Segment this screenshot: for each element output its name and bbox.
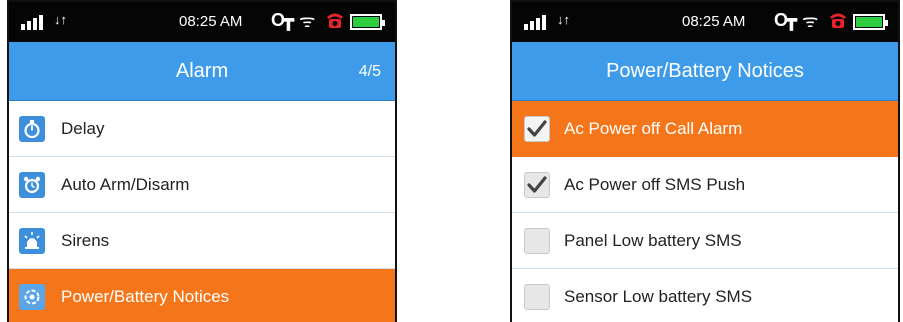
checkbox-unchecked[interactable] (524, 227, 550, 254)
checkbox-checked[interactable] (524, 171, 550, 198)
status-time: 08:25 AM (682, 13, 746, 30)
alarm-clock-icon (19, 171, 45, 198)
header: Power/Battery Notices (512, 42, 898, 101)
option-label: Sensor Low battery SMS (564, 286, 753, 306)
status-bar: ↓↑ 08:25 AM O┳ ᯤ (9, 2, 395, 42)
option-ac-power-off-sms-push[interactable]: Ac Power off SMS Push (512, 157, 898, 213)
alarm-screen: ↓↑ 08:25 AM O┳ ᯤ Alarm 4/5 Delay Auto Ar… (7, 0, 397, 322)
signal-icon (21, 15, 43, 30)
menu-item-power-battery-notices[interactable]: Power/Battery Notices (9, 269, 395, 322)
menu-list: Delay Auto Arm/Disarm Sirens Power/Batte… (9, 101, 395, 322)
status-time: 08:25 AM (179, 13, 243, 30)
option-label: Ac Power off Call Alarm (564, 118, 743, 138)
stopwatch-icon (19, 115, 45, 142)
page-title: Alarm (175, 60, 229, 82)
battery-icon (853, 14, 888, 30)
option-label: Ac Power off SMS Push (564, 174, 746, 194)
checkbox-unchecked[interactable] (524, 283, 550, 310)
key-icon: O┳ (774, 10, 797, 30)
notice-list: Ac Power off Call Alarm Ac Power off SMS… (512, 101, 898, 322)
key-icon: O┳ (271, 10, 294, 30)
menu-item-sirens[interactable]: Sirens (9, 213, 395, 269)
menu-item-auto-arm-disarm[interactable]: Auto Arm/Disarm (9, 157, 395, 213)
signal-icon (524, 15, 546, 30)
siren-icon (19, 227, 45, 254)
page-indicator: 4/5 (358, 63, 381, 80)
battery-icon (350, 14, 385, 30)
wifi-icon: ᯤ (802, 11, 819, 31)
data-transfer-icon: ↓↑ (54, 12, 67, 27)
alarm-status-icon (830, 13, 846, 28)
option-ac-power-off-call-alarm[interactable]: Ac Power off Call Alarm (512, 101, 898, 157)
power-battery-notices-screen: ↓↑ 08:25 AM O┳ ᯤ Power/Battery Notices A… (510, 0, 900, 322)
menu-item-label: Power/Battery Notices (61, 286, 230, 306)
menu-item-delay[interactable]: Delay (9, 101, 395, 157)
checkbox-checked[interactable] (524, 115, 550, 142)
wifi-icon: ᯤ (299, 11, 316, 31)
header: Alarm 4/5 (9, 42, 395, 101)
page-title: Power/Battery Notices (606, 60, 804, 82)
option-sensor-low-battery-sms[interactable]: Sensor Low battery SMS (512, 269, 898, 322)
alarm-status-icon (327, 13, 343, 28)
data-transfer-icon: ↓↑ (557, 12, 570, 27)
menu-item-label: Sirens (61, 230, 110, 250)
menu-item-label: Auto Arm/Disarm (61, 174, 190, 194)
status-bar: ↓↑ 08:25 AM O┳ ᯤ (512, 2, 898, 42)
power-settings-icon (19, 283, 45, 310)
option-label: Panel Low battery SMS (564, 230, 742, 250)
menu-item-label: Delay (61, 118, 105, 138)
option-panel-low-battery-sms[interactable]: Panel Low battery SMS (512, 213, 898, 269)
